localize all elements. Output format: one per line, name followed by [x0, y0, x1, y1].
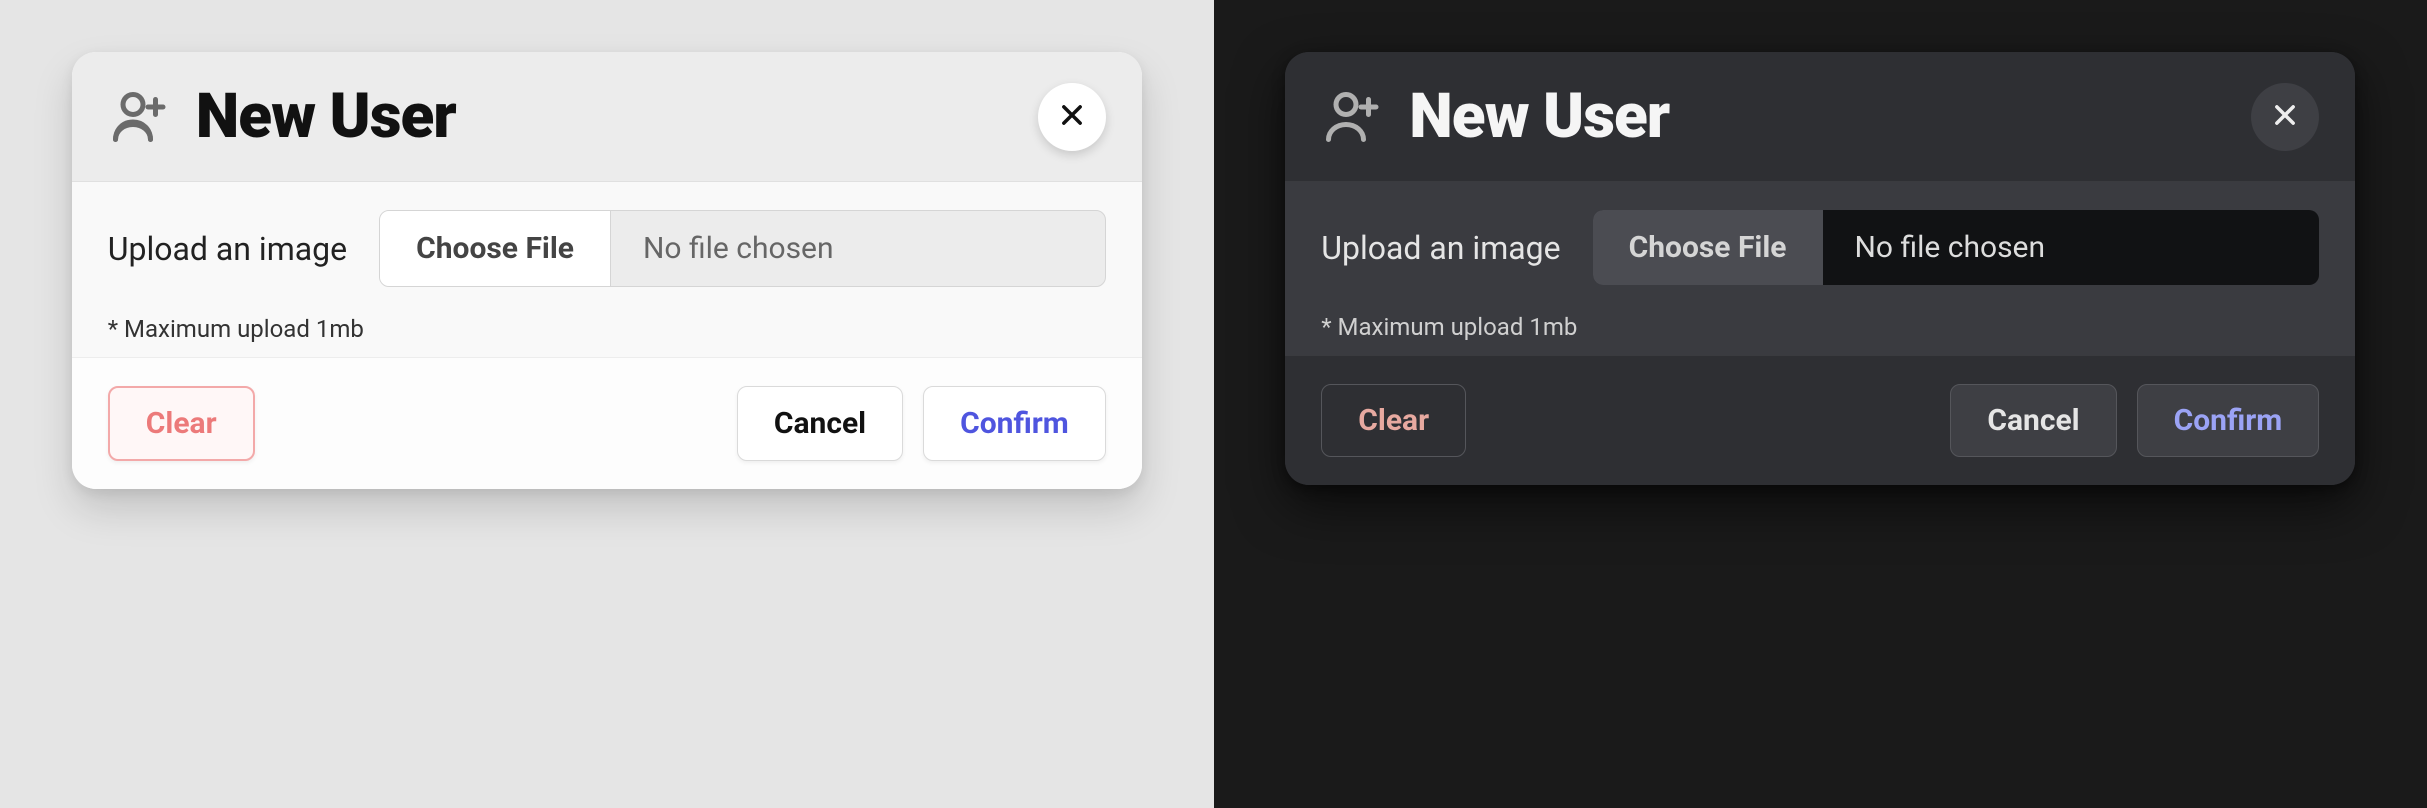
- upload-hint: * Maximum upload 1mb: [108, 315, 1106, 343]
- user-plus-icon: [1321, 87, 1381, 147]
- new-user-modal: New User Upload an image Choose File No …: [1285, 52, 2355, 485]
- clear-button[interactable]: Clear: [108, 386, 255, 461]
- confirm-button[interactable]: Confirm: [2137, 384, 2320, 457]
- close-button[interactable]: [1038, 83, 1106, 151]
- modal-header: New User: [72, 52, 1142, 182]
- upload-label: Upload an image: [108, 230, 347, 268]
- file-input[interactable]: Choose File No file chosen: [379, 210, 1106, 287]
- file-status-text: No file chosen: [611, 211, 866, 286]
- modal-header: New User: [1285, 52, 2355, 182]
- cancel-button[interactable]: Cancel: [737, 386, 903, 461]
- choose-file-button[interactable]: Choose File: [1593, 210, 1823, 285]
- modal-body: Upload an image Choose File No file chos…: [1285, 182, 2355, 355]
- close-icon: [2271, 101, 2299, 133]
- upload-label: Upload an image: [1321, 229, 1560, 267]
- confirm-button[interactable]: Confirm: [923, 386, 1106, 461]
- clear-button[interactable]: Clear: [1321, 384, 1466, 457]
- file-input[interactable]: Choose File No file chosen: [1593, 210, 2320, 285]
- light-theme-panel: New User Upload an image Choose File No …: [0, 0, 1214, 808]
- choose-file-button[interactable]: Choose File: [380, 211, 611, 286]
- upload-row: Upload an image Choose File No file chos…: [1321, 210, 2319, 285]
- user-plus-icon: [108, 87, 168, 147]
- upload-row: Upload an image Choose File No file chos…: [108, 210, 1106, 287]
- close-icon: [1058, 101, 1086, 133]
- file-status-text: No file chosen: [1823, 210, 2078, 285]
- modal-footer: Clear Cancel Confirm: [1285, 355, 2355, 485]
- dark-theme-panel: New User Upload an image Choose File No …: [1214, 0, 2427, 808]
- upload-hint: * Maximum upload 1mb: [1321, 313, 2319, 341]
- modal-footer: Clear Cancel Confirm: [72, 357, 1142, 489]
- modal-body: Upload an image Choose File No file chos…: [72, 182, 1142, 357]
- new-user-modal: New User Upload an image Choose File No …: [72, 52, 1142, 489]
- modal-title: New User: [1409, 80, 2223, 153]
- close-button[interactable]: [2251, 83, 2319, 151]
- cancel-button[interactable]: Cancel: [1950, 384, 2116, 457]
- modal-title: New User: [196, 80, 1010, 153]
